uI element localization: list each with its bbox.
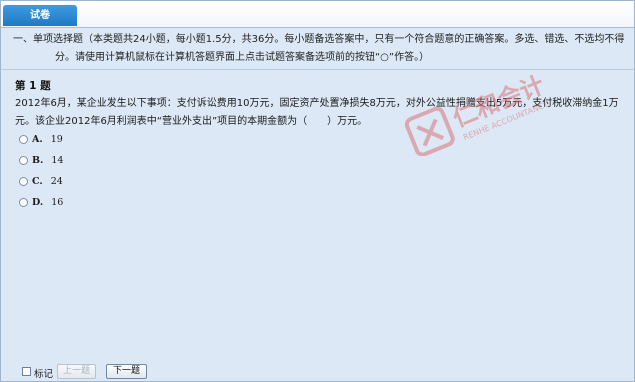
question-stem: 2012年6月，某企业发生以下事项：支付诉讼费用10万元，固定资产处置净损失8万… xyxy=(15,98,619,127)
next-question-button[interactable]: 下一题 xyxy=(106,364,147,379)
tab-exam-paper[interactable]: 试卷 xyxy=(3,5,77,26)
instructions-line-1: 一、单项选择题（本类题共24小题，每小题1.5分，共36分。每小题备选答案中，只… xyxy=(13,34,625,45)
option-letter: C. xyxy=(32,175,43,187)
question-number: 第 1 题 xyxy=(15,80,51,92)
bottom-toolbar: 标记 上一题 下一题 xyxy=(1,361,634,381)
option-c[interactable]: C. 24 xyxy=(19,174,63,188)
mark-checkbox[interactable] xyxy=(22,367,31,376)
tab-strip: 试卷 xyxy=(1,1,634,28)
option-b[interactable]: B. 14 xyxy=(19,153,63,167)
option-letter: A. xyxy=(32,133,43,145)
option-value: 24 xyxy=(50,175,63,187)
prev-question-button[interactable]: 上一题 xyxy=(57,364,96,379)
option-letter: B. xyxy=(32,154,44,166)
radio-button[interactable] xyxy=(19,134,28,144)
option-a[interactable]: A. 19 xyxy=(19,132,63,146)
radio-button[interactable] xyxy=(19,197,28,207)
radio-button[interactable] xyxy=(19,155,28,165)
divider xyxy=(1,69,634,70)
section-instructions: 一、单项选择题（本类题共24小题，每小题1.5分，共36分。每小题备选答案中，只… xyxy=(13,31,625,67)
option-value: 14 xyxy=(51,154,64,166)
radio-button[interactable] xyxy=(19,176,28,186)
mark-label: 标记 xyxy=(34,369,54,380)
option-d[interactable]: D. 16 xyxy=(19,195,63,209)
option-value: 19 xyxy=(50,133,63,145)
instructions-line-2: 分。请使用计算机鼠标在计算机答题界面上点击试题答案备选项前的按钮“○”作答。） xyxy=(55,52,430,63)
exam-window: 试卷 一、单项选择题（本类题共24小题，每小题1.5分，共36分。每小题备选答案… xyxy=(0,0,635,382)
option-value: 16 xyxy=(51,196,64,208)
option-letter: D. xyxy=(32,196,44,208)
